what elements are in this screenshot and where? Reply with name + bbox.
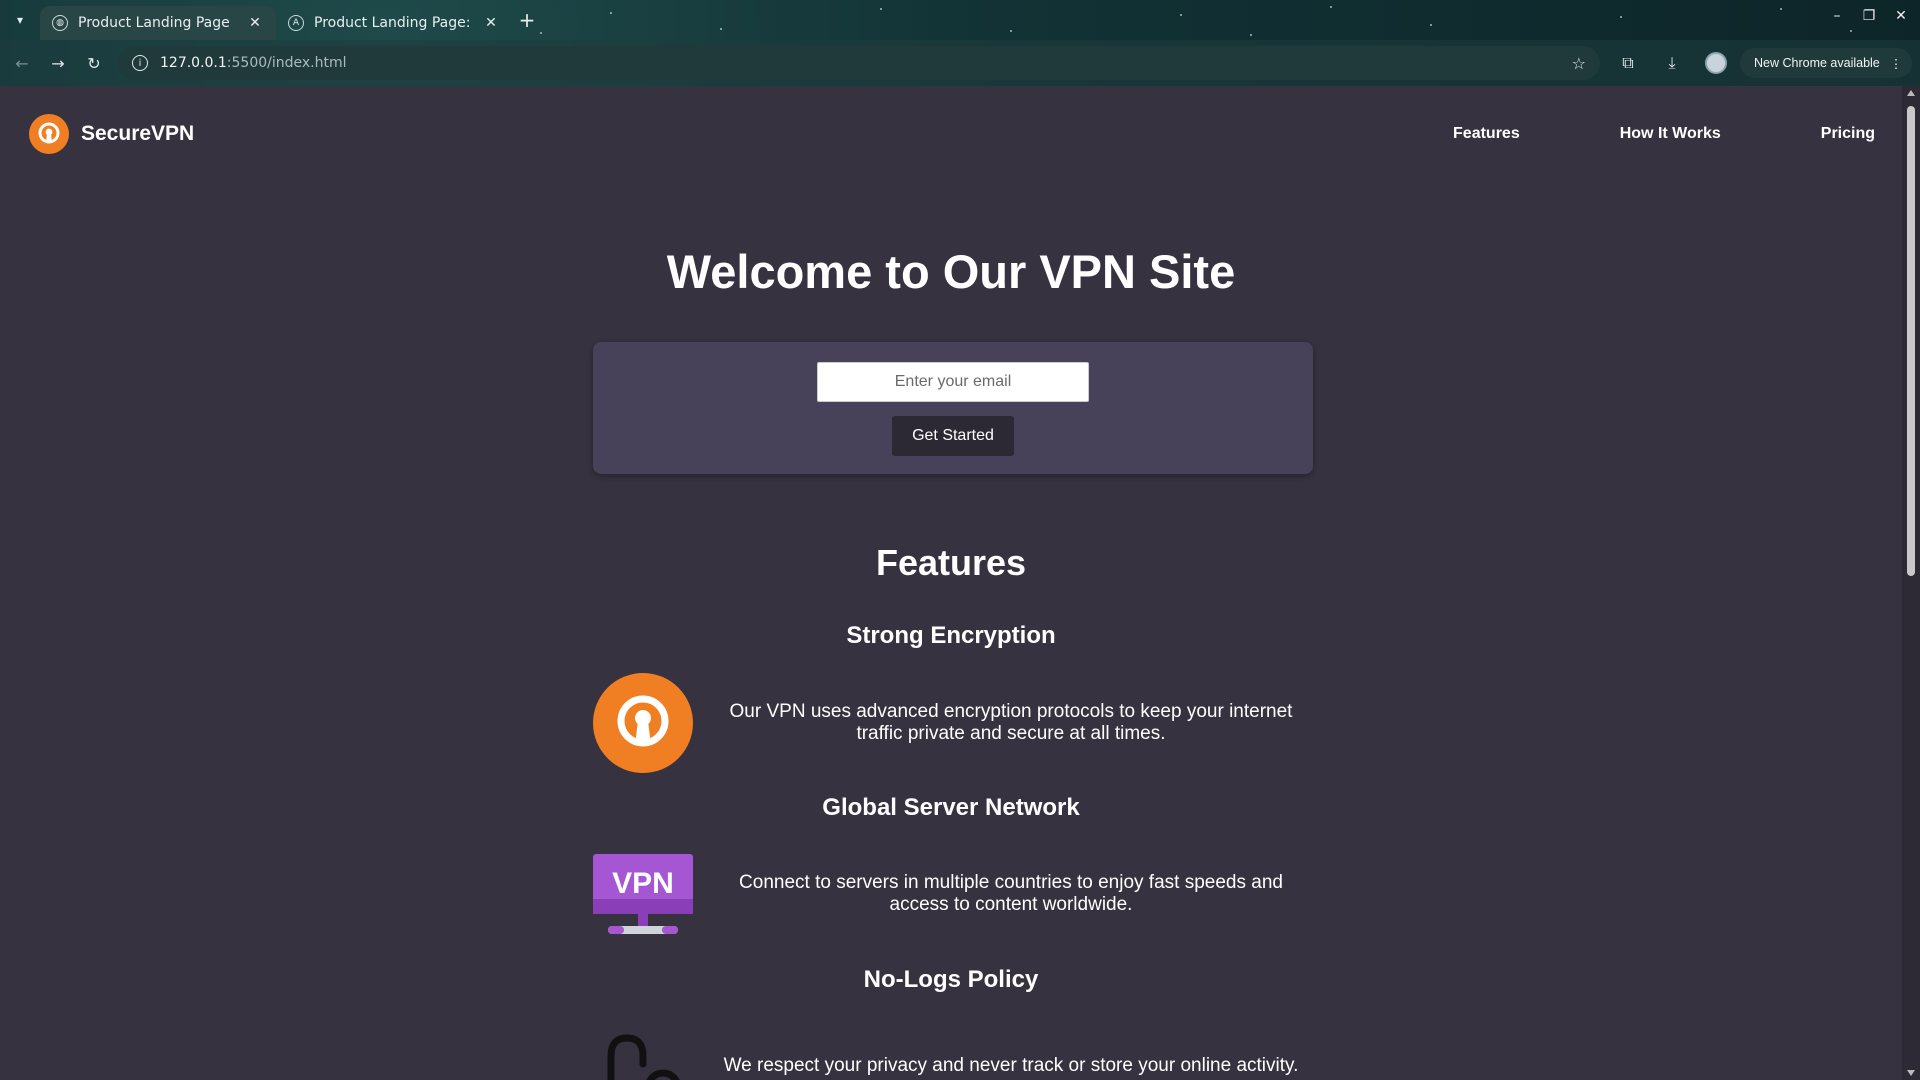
tab-title: Product Landing Page xyxy=(78,15,230,31)
nav-link-how-it-works[interactable]: How It Works xyxy=(1620,125,1721,143)
vpn-monitor-icon: VPN xyxy=(593,844,693,944)
download-icon[interactable]: ⤓ xyxy=(1654,45,1690,81)
page-viewport: SecureVPN Features How It Works Pricing … xyxy=(0,86,1902,1080)
tab-search-button[interactable]: ▾ xyxy=(0,0,40,40)
close-window-icon[interactable]: ✕ xyxy=(1892,8,1910,24)
hero-title: Welcome to Our VPN Site xyxy=(666,245,1236,298)
restore-icon[interactable]: ❐ xyxy=(1860,8,1878,24)
scroll-down-icon[interactable] xyxy=(1907,1070,1915,1076)
update-label: New Chrome available xyxy=(1754,56,1880,70)
feature-description: Our VPN uses advanced encryption protoco… xyxy=(729,701,1293,744)
brand-logo[interactable]: SecureVPN xyxy=(29,114,194,154)
new-tab-button[interactable]: + xyxy=(512,8,542,32)
site-header: SecureVPN Features How It Works Pricing xyxy=(0,86,1902,182)
openvpn-lock-icon xyxy=(593,673,693,773)
address-bar[interactable]: i 127.0.0.1:5500/index.html ☆ xyxy=(118,46,1600,80)
angular-icon: A xyxy=(288,15,304,31)
main-nav: Features How It Works Pricing xyxy=(1453,125,1875,143)
feature-row-global-servers: VPN Connect to servers in multiple count… xyxy=(593,844,1313,944)
tab-product-landing-page-bu[interactable]: A Product Landing Page: Bu ✕ xyxy=(276,6,512,40)
more-menu-icon[interactable]: ⋮ xyxy=(1890,56,1903,71)
extensions-icon[interactable]: ⧉ xyxy=(1610,45,1646,81)
bookmark-star-icon[interactable]: ☆ xyxy=(1572,54,1586,73)
reload-icon[interactable]: ↻ xyxy=(76,45,112,81)
url-host: 127.0.0.1 xyxy=(160,55,227,71)
signup-form: Get Started xyxy=(593,342,1313,474)
feature-row-encryption: Our VPN uses advanced encryption protoco… xyxy=(593,673,1313,773)
browser-chrome: ▾ ◍ Product Landing Page ✕ A Product Lan… xyxy=(0,0,1920,86)
scrollbar-thumb[interactable] xyxy=(1907,106,1915,576)
chrome-update-button[interactable]: New Chrome available ⋮ xyxy=(1740,48,1913,78)
email-input[interactable] xyxy=(817,362,1089,402)
feature-title: Global Server Network xyxy=(822,794,1080,821)
feature-title: No-Logs Policy xyxy=(863,966,1039,993)
feature-row-no-logs: We respect your privacy and never track … xyxy=(593,1016,1313,1080)
tab-strip: ▾ ◍ Product Landing Page ✕ A Product Lan… xyxy=(0,0,1920,40)
scroll-up-icon[interactable] xyxy=(1907,90,1915,96)
features-heading: Features xyxy=(875,542,1027,583)
globe-icon: ◍ xyxy=(52,15,68,31)
tab-title: Product Landing Page: Bu xyxy=(314,15,476,31)
nav-link-features[interactable]: Features xyxy=(1453,125,1520,143)
url-path: :5500/index.html xyxy=(226,55,347,71)
back-icon[interactable]: ← xyxy=(4,45,40,81)
minimize-icon[interactable]: – xyxy=(1828,8,1846,24)
window-controls: – ❐ ✕ xyxy=(1828,8,1910,24)
close-tab-icon[interactable]: ✕ xyxy=(482,15,500,31)
tab-product-landing-page[interactable]: ◍ Product Landing Page ✕ xyxy=(40,6,276,40)
svg-text:VPN: VPN xyxy=(612,867,674,900)
openvpn-logo-icon xyxy=(29,114,69,154)
nav-link-pricing[interactable]: Pricing xyxy=(1821,125,1875,143)
profile-avatar[interactable] xyxy=(1698,45,1734,81)
brand-name: SecureVPN xyxy=(81,122,195,145)
close-tab-icon[interactable]: ✕ xyxy=(246,15,264,31)
get-started-button[interactable]: Get Started xyxy=(892,416,1014,456)
browser-toolbar: ← → ↻ i 127.0.0.1:5500/index.html ☆ ⧉ ⤓ … xyxy=(0,40,1920,86)
feature-description: We respect your privacy and never track … xyxy=(723,1055,1299,1076)
forward-icon[interactable]: → xyxy=(40,45,76,81)
avatar xyxy=(1705,52,1727,74)
page-scrollbar[interactable] xyxy=(1902,86,1920,1080)
privacy-lock-icon xyxy=(593,1016,693,1080)
site-info-icon[interactable]: i xyxy=(132,55,148,71)
feature-title: Strong Encryption xyxy=(846,622,1056,649)
feature-description: Connect to servers in multiple countries… xyxy=(739,872,1283,915)
